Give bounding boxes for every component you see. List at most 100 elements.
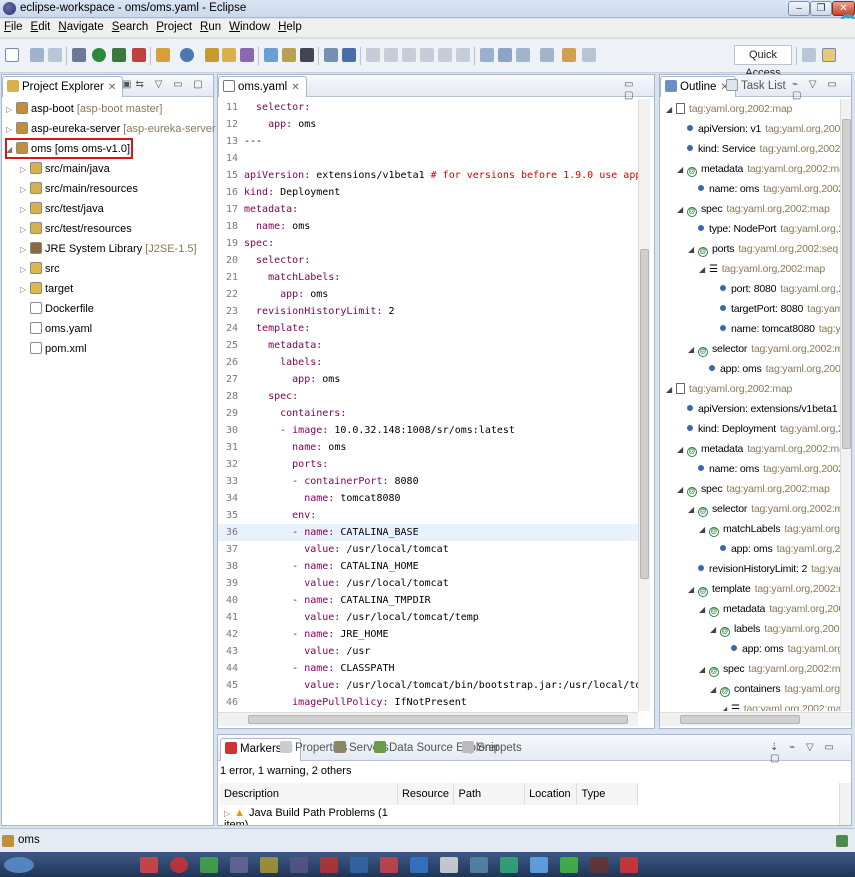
- expanded-icon[interactable]: ◢: [677, 160, 687, 180]
- terminal-icon[interactable]: [300, 48, 314, 62]
- code-line[interactable]: 16 kind: Deployment: [218, 184, 638, 201]
- menu-help[interactable]: Help: [274, 19, 306, 33]
- expanded-icon[interactable]: ◢: [688, 340, 698, 360]
- code-area[interactable]: 11 selector: 12 app: oms 13 --- 14 15 apiVersi…: [218, 99, 638, 711]
- collapsed-icon[interactable]: ▷: [20, 200, 30, 220]
- new-project-icon[interactable]: [156, 48, 170, 62]
- expanded-icon[interactable]: ◢: [710, 680, 720, 700]
- code-line[interactable]: 27 app: oms: [218, 371, 638, 388]
- taskbar-app-icon[interactable]: [530, 857, 548, 873]
- project-tree-item[interactable]: ▷ JRE System Library [J2SE-1.5]: [20, 239, 197, 259]
- outline-item[interactable]: ◢@ metadatatag:yaml.org,2002:map: [699, 599, 840, 619]
- code-line[interactable]: 30 - image: 10.0.32.148:1008/sr/oms:late…: [218, 422, 638, 439]
- code-line[interactable]: 21 matchLabels:: [218, 269, 638, 286]
- code-line[interactable]: 45 value: /usr/local/tomcat/bin/bootstra…: [218, 677, 638, 694]
- expanded-icon[interactable]: ◢: [677, 440, 687, 460]
- debug-icon[interactable]: [92, 48, 106, 62]
- outline-item[interactable]: name: omstag:yaml.org,2002:str: [688, 459, 840, 479]
- project-tree-item[interactable]: ▷ src/test/resources: [20, 219, 132, 239]
- expanded-icon[interactable]: ◢: [666, 100, 676, 120]
- outline-item[interactable]: ◢@ metadatatag:yaml.org,2002:map: [677, 439, 840, 459]
- outline-toolbar-icons[interactable]: ⌁ ▽ ▭ ▢: [792, 79, 851, 101]
- taskbar-app-icon[interactable]: [590, 857, 608, 873]
- forward-icon[interactable]: [582, 48, 596, 62]
- taskbar-app-icon[interactable]: [410, 857, 428, 873]
- expanded-icon[interactable]: ◢: [6, 140, 16, 160]
- expanded-icon[interactable]: ◢: [699, 600, 709, 620]
- close-button[interactable]: ✕: [832, 1, 855, 16]
- collapsed-icon[interactable]: ▷: [20, 260, 30, 280]
- code-line[interactable]: 26 labels:: [218, 354, 638, 371]
- project-tree-item[interactable]: ▷ src/main/java: [20, 159, 110, 179]
- code-line[interactable]: 36 - name: CATALINA_BASE: [218, 524, 638, 541]
- menu-file[interactable]: File: [0, 19, 27, 33]
- step-into-icon[interactable]: [438, 48, 452, 62]
- code-line[interactable]: 46 imagePullPolicy: IfNotPresent: [218, 694, 638, 711]
- toggle-mark-occurrences-icon[interactable]: [480, 48, 494, 62]
- expanded-icon[interactable]: ◢: [688, 240, 698, 260]
- outline-item[interactable]: targetPort: 8080tag:yaml.org,2: [710, 299, 840, 319]
- code-line[interactable]: 22 app: oms: [218, 286, 638, 303]
- next-annotation-icon[interactable]: [516, 48, 530, 62]
- taskbar-app-icon[interactable]: [140, 857, 158, 873]
- project-tree-item[interactable]: ▷ target: [20, 279, 73, 299]
- code-line[interactable]: 32 ports:: [218, 456, 638, 473]
- minimize-button[interactable]: –: [788, 1, 810, 16]
- open-type-icon[interactable]: [205, 48, 219, 62]
- menu-edit[interactable]: Edit: [27, 19, 55, 33]
- expanded-icon[interactable]: ◢: [710, 620, 720, 640]
- expanded-icon[interactable]: ◢: [721, 700, 731, 711]
- code-line[interactable]: 15 apiVersion: extensions/v1beta1 # for v…: [218, 167, 638, 184]
- outline-item[interactable]: ◢@ metadatatag:yaml.org,2002:map: [677, 159, 840, 179]
- outline-item[interactable]: apiVersion: extensions/v1beta1tag:yaml.: [677, 399, 840, 419]
- column-header-path[interactable]: Path: [453, 783, 526, 805]
- code-line[interactable]: 11 selector:: [218, 99, 638, 116]
- code-line[interactable]: 39 value: /usr/local/tomcat: [218, 575, 638, 592]
- external-tools-icon[interactable]: [132, 48, 146, 62]
- java-ee-perspective-icon[interactable]: [822, 48, 836, 62]
- expanded-icon[interactable]: ◢: [699, 660, 709, 680]
- progress-icon[interactable]: [836, 835, 848, 847]
- tab-project-explorer[interactable]: Project Explorer ✕: [2, 76, 124, 97]
- outline-item[interactable]: ◢@ selectortag:yaml.org,2002:map: [688, 499, 840, 519]
- run-icon[interactable]: [112, 48, 126, 62]
- outline-vertical-scrollbar[interactable]: [840, 99, 851, 711]
- outline-item[interactable]: kind: Deploymenttag:yaml.org,2002:str: [677, 419, 840, 439]
- outline-item[interactable]: ◢@ matchLabelstag:yaml.org,2002:ma: [699, 519, 840, 539]
- collapsed-icon[interactable]: ▷: [224, 809, 230, 818]
- code-line[interactable]: 25 metadata:: [218, 337, 638, 354]
- collapsed-icon[interactable]: ▷: [6, 100, 16, 120]
- taskbar-app-icon[interactable]: [500, 857, 518, 873]
- tab-task-list[interactable]: Task List: [722, 76, 792, 97]
- outline-item[interactable]: type: NodePorttag:yaml.org,2002:str: [688, 219, 840, 239]
- taskbar-app-icon[interactable]: [260, 857, 278, 873]
- outline-item[interactable]: ◢ @ ports tag:yaml.org,2002:seq: [688, 239, 838, 259]
- marker-icon[interactable]: [282, 48, 296, 62]
- outline-item[interactable]: ◢@ labelstag:yaml.org,2002:map: [710, 619, 840, 639]
- expanded-icon[interactable]: ◢: [677, 480, 687, 500]
- open-perspective-icon[interactable]: [802, 48, 816, 62]
- outline-item[interactable]: app: omstag:yaml.org,2002:str: [699, 359, 840, 379]
- collapsed-icon[interactable]: ▷: [20, 240, 30, 260]
- menu-navigate[interactable]: Navigate: [54, 19, 107, 33]
- code-line[interactable]: 43 value: /usr: [218, 643, 638, 660]
- outline-item[interactable]: ◢@ spectag:yaml.org,2002:map: [699, 659, 840, 679]
- taskbar-app-icon[interactable]: [290, 857, 308, 873]
- editor-horizontal-scrollbar[interactable]: [218, 712, 638, 726]
- console-icon[interactable]: [324, 48, 338, 62]
- code-line[interactable]: 28 spec:: [218, 388, 638, 405]
- taskbar-app-icon[interactable]: [470, 857, 488, 873]
- save-icon[interactable]: [30, 48, 44, 62]
- code-line[interactable]: 35 env:: [218, 507, 638, 524]
- code-line[interactable]: 17 metadata:: [218, 201, 638, 218]
- open-folder-icon[interactable]: [222, 48, 236, 62]
- outline-item[interactable]: port: 8080tag:yaml.org,2002:int: [710, 279, 840, 299]
- taskbar-app-icon[interactable]: [320, 857, 338, 873]
- expanded-icon[interactable]: ◢: [688, 580, 698, 600]
- taskbar-app-icon[interactable]: [230, 857, 248, 873]
- outline-item[interactable]: apiVersion: v1tag:yaml.org,2002:str: [677, 119, 840, 139]
- taskbar-app-icon[interactable]: [170, 857, 188, 873]
- code-line[interactable]: 38 - name: CATALINA_HOME: [218, 558, 638, 575]
- outline-item[interactable]: ◢@ templatetag:yaml.org,2002:map: [688, 579, 840, 599]
- close-icon[interactable]: ✕: [108, 82, 116, 93]
